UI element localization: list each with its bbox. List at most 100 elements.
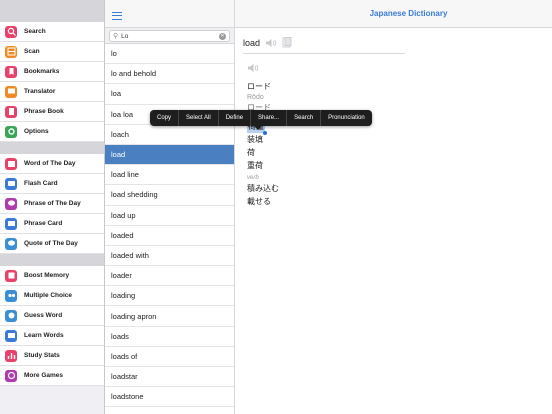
word-list-item[interactable]: lo and behold xyxy=(105,64,234,85)
text-context-menu: Copy Select All Define Share... Search Pronun… xyxy=(150,110,372,130)
sidebar: Search Scan Bookmarks Translator Phrase Book… xyxy=(0,0,105,414)
sidebar-item-label: Phrase Book xyxy=(24,108,64,115)
sidebar-item-label: Phrase Card xyxy=(24,220,63,227)
sidebar-item-phrase-of-the-day[interactable]: Phrase of The Day xyxy=(0,194,104,214)
translator-icon xyxy=(5,85,17,98)
list-toolbar xyxy=(105,0,234,28)
bookmarks-icon xyxy=(5,65,17,78)
word-list-item[interactable]: load up xyxy=(105,206,234,226)
word-list-panel: ⚲ ✕ lolo and beholdloaloa loaloachloadlo… xyxy=(105,0,235,414)
sidebar-item-label: Bookmarks xyxy=(24,68,60,75)
noun-translations: 荷重 装填荷重荷 xyxy=(245,118,279,172)
word-list-item[interactable]: load line xyxy=(105,165,234,186)
sidebar-item-quote-of-the-day[interactable]: Quote of The Day xyxy=(0,234,104,254)
games-icon xyxy=(5,369,17,382)
context-menu-search[interactable]: Search xyxy=(287,110,322,126)
entries: ロード Rōdo ロード noun 荷重装填荷重荷 verb 積み込む載せる xyxy=(245,60,279,208)
quote-icon xyxy=(5,237,17,250)
sidebar-item-label: Multiple Choice xyxy=(24,292,73,299)
sidebar-item-phrase-book[interactable]: Phrase Book xyxy=(0,102,104,122)
sidebar-section-gap xyxy=(0,0,104,22)
speech-bubble-icon xyxy=(5,197,17,210)
boost-memory-icon xyxy=(5,269,17,282)
translation-item[interactable]: 荷 xyxy=(247,146,279,159)
context-menu-share[interactable]: Share... xyxy=(251,110,288,126)
sidebar-item-multiple-choice[interactable]: Multiple Choice xyxy=(0,286,104,306)
detail-pane: Japanese Dictionary load ロード Rōdo ロード no… xyxy=(235,0,552,414)
menu-icon[interactable] xyxy=(112,12,122,20)
sidebar-item-guess-word[interactable]: Guess Word xyxy=(0,306,104,326)
divider xyxy=(243,53,405,54)
katakana-reading-alt: ロード xyxy=(247,103,271,110)
word-list-item[interactable]: loading xyxy=(105,286,234,307)
sidebar-item-more-games[interactable]: More Games xyxy=(0,366,104,386)
sidebar-item-label: Study Stats xyxy=(24,352,60,359)
phrase-book-icon xyxy=(5,105,17,118)
search-icon: ⚲ xyxy=(113,33,119,40)
sidebar-item-label: Guess Word xyxy=(24,312,63,319)
sidebar-item-options[interactable]: Options xyxy=(0,122,104,142)
sidebar-item-label: More Games xyxy=(24,372,64,379)
sidebar-item-translator[interactable]: Translator xyxy=(0,82,104,102)
word-list-item[interactable]: loads of xyxy=(105,347,234,367)
word-list-item[interactable]: loads xyxy=(105,327,234,347)
romaji-reading: Rōdo xyxy=(247,94,264,101)
katakana-reading: ロード xyxy=(247,82,271,91)
sidebar-item-phrase-card[interactable]: Phrase Card xyxy=(0,214,104,234)
headword: load xyxy=(243,37,261,48)
search-bar: ⚲ ✕ xyxy=(105,28,234,44)
word-list-item[interactable]: loa xyxy=(105,84,234,105)
sidebar-item-label: Scan xyxy=(24,48,40,55)
context-menu-copy[interactable]: Copy xyxy=(150,110,180,126)
phrase-card-icon xyxy=(5,217,17,230)
sidebar-item-boost-memory[interactable]: Boost Memory xyxy=(0,266,104,286)
sidebar-item-label: Options xyxy=(24,128,49,135)
speaker-icon[interactable] xyxy=(265,38,277,48)
part-of-speech-verb: verb xyxy=(247,175,259,181)
word-list-item[interactable]: loaded with xyxy=(105,246,234,267)
word-list-item[interactable]: loadstar xyxy=(105,367,234,388)
context-menu-define[interactable]: Define xyxy=(219,110,252,126)
context-menu-arrow xyxy=(254,126,262,130)
translation-item[interactable]: 積み込む xyxy=(247,182,279,195)
clear-icon[interactable]: ✕ xyxy=(219,32,226,40)
translation-item[interactable]: 載せる xyxy=(247,195,279,208)
search-box: ⚲ ✕ xyxy=(109,30,230,42)
sidebar-item-bookmarks[interactable]: Bookmarks xyxy=(0,62,104,82)
word-list-item[interactable]: load shedding xyxy=(105,185,234,206)
selection-handle-end[interactable] xyxy=(263,131,267,135)
word-list-item[interactable]: lo xyxy=(105,44,234,65)
sidebar-item-word-of-the-day[interactable]: Word of The Day xyxy=(0,154,104,174)
word-list-item[interactable]: load xyxy=(105,144,234,166)
sidebar-item-label: Word of The Day xyxy=(24,160,76,167)
sidebar-item-label: Boost Memory xyxy=(24,272,70,279)
sidebar-item-label: Phrase of The Day xyxy=(24,200,81,207)
search-input[interactable] xyxy=(121,32,219,40)
translation-item[interactable]: 装填 xyxy=(247,133,279,146)
gear-icon xyxy=(5,125,17,138)
search-icon xyxy=(5,25,17,38)
multiple-choice-icon xyxy=(5,289,17,302)
context-menu-pronunciation[interactable]: Pronunciation xyxy=(321,110,372,126)
context-menu-select-all[interactable]: Select All xyxy=(179,110,219,126)
sidebar-section-gap xyxy=(0,142,104,154)
sidebar-item-study-stats[interactable]: Study Stats xyxy=(0,346,104,366)
sidebar-item-learn-words[interactable]: Learn Words xyxy=(0,326,104,346)
translation-item[interactable]: 重荷 xyxy=(247,159,279,172)
speaker-icon[interactable] xyxy=(247,60,279,78)
word-list-item[interactable]: loading apron xyxy=(105,306,234,327)
headword-row: load xyxy=(243,37,292,48)
sidebar-item-search[interactable]: Search xyxy=(0,22,104,42)
bookmark-add-icon[interactable] xyxy=(282,37,292,48)
word-list-item[interactable]: loach xyxy=(105,125,234,145)
word-list-item[interactable]: loadstone xyxy=(105,387,234,408)
sidebar-item-flash-card[interactable]: Flash Card xyxy=(0,174,104,194)
sidebar-item-label: Quote of The Day xyxy=(24,240,78,247)
guess-word-icon xyxy=(5,309,17,322)
app-title: Japanese Dictionary xyxy=(369,9,448,18)
word-list-item[interactable]: loaded xyxy=(105,226,234,246)
word-list: lo lo and behold loa loa loa loach load load l… xyxy=(105,44,234,408)
sidebar-item-scan[interactable]: Scan xyxy=(0,42,104,62)
word-list-item[interactable]: loader xyxy=(105,266,234,287)
sidebar-item-label: Search xyxy=(24,28,46,35)
